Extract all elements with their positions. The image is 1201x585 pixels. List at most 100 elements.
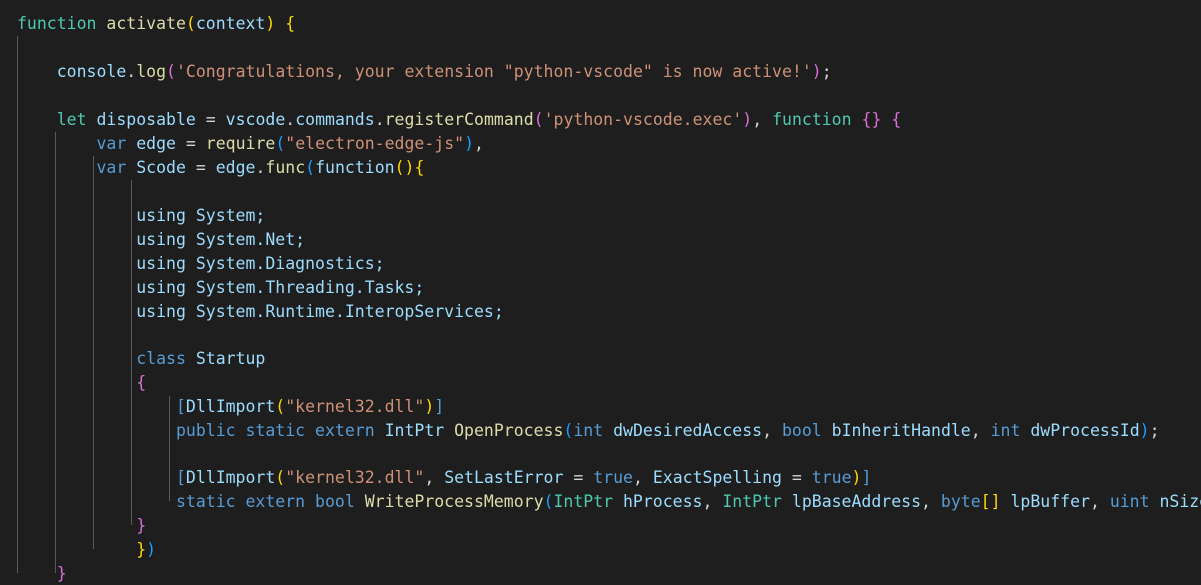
code-line[interactable]: using System.Threading.Tasks; — [0, 276, 424, 300]
code-token: ) — [265, 14, 276, 33]
code-token: ( — [275, 397, 286, 416]
code-token: ( — [185, 14, 196, 33]
code-token: ( — [166, 62, 176, 81]
code-token: "kernel32.dll" — [285, 468, 425, 487]
code-line[interactable]: [DllImport("kernel32.dll")] — [0, 395, 444, 419]
code-token: , — [762, 421, 782, 440]
code-token: context — [195, 14, 266, 33]
code-token: } — [871, 110, 882, 129]
code-token: 'Congratulations, your extension "python… — [175, 62, 812, 81]
code-line[interactable] — [0, 36, 17, 60]
code-token: function — [17, 14, 107, 33]
code-token: public static extern — [175, 421, 385, 440]
code-token: function — [315, 158, 395, 177]
code-token: func — [265, 158, 306, 177]
code-line[interactable] — [0, 84, 17, 108]
code-line[interactable]: using System; — [0, 204, 265, 228]
code-token: int — [990, 421, 1021, 440]
code-token: var — [96, 134, 137, 153]
code-token: . — [255, 158, 266, 177]
code-token: { — [891, 110, 902, 129]
code-line[interactable]: var Scode = edge.func(function(){ — [0, 156, 424, 180]
code-line[interactable]: using System.Net; — [0, 228, 305, 252]
code-token: ( — [275, 468, 286, 487]
code-token: ( — [563, 421, 574, 440]
code-token: ) — [811, 62, 822, 81]
code-token: ( — [305, 158, 316, 177]
code-token: ExactSpelling — [652, 468, 782, 487]
code-token: , — [752, 110, 773, 129]
code-token: DllImport — [185, 397, 276, 416]
code-token: ( — [394, 158, 405, 177]
code-token: using System.Runtime.InteropServices; — [136, 302, 504, 321]
code-token: SetLastError — [444, 468, 564, 487]
code-line[interactable]: console.log('Congratulations, your exten… — [0, 60, 832, 84]
code-token: "electron-edge-js" — [285, 134, 465, 153]
code-token: ) — [424, 397, 435, 416]
code-token: ) — [742, 110, 753, 129]
code-line[interactable]: let disposable = vscode.commands.registe… — [0, 108, 902, 132]
code-token: dwProcessId — [1020, 421, 1140, 440]
code-token: , — [921, 492, 941, 511]
code-token: var — [96, 158, 137, 177]
code-token: ) — [146, 540, 157, 559]
code-token: { — [285, 14, 296, 33]
code-token: Startup — [195, 349, 266, 368]
code-token: . — [126, 62, 137, 81]
code-token: = — [185, 158, 216, 177]
code-token: using System.Diagnostics; — [136, 254, 385, 273]
code-token: class — [136, 349, 196, 368]
code-token: ) — [404, 158, 415, 177]
code-line[interactable] — [0, 324, 17, 348]
code-token: commands — [295, 110, 375, 129]
code-token: ( — [543, 492, 554, 511]
code-line[interactable]: { — [0, 371, 146, 395]
code-token: "kernel32.dll" — [285, 397, 425, 416]
code-token: function — [772, 110, 852, 129]
code-line[interactable]: class Startup — [0, 347, 265, 371]
code-line[interactable]: var edge = require("electron-edge-js"), — [0, 132, 483, 156]
code-line[interactable]: static extern bool WriteProcessMemory(In… — [0, 490, 1201, 514]
code-token: dwDesiredAccess — [603, 421, 763, 440]
code-token: . — [374, 110, 385, 129]
code-token: using System.Threading.Tasks; — [136, 278, 425, 297]
code-token: , — [702, 492, 723, 511]
code-line[interactable]: }) — [0, 538, 156, 562]
code-token: [ — [175, 397, 186, 416]
code-line[interactable]: using System.Diagnostics; — [0, 252, 385, 276]
code-token: lpBaseAddress — [781, 492, 922, 511]
code-line[interactable] — [0, 180, 17, 204]
code-token: { — [414, 158, 425, 177]
code-token: = — [175, 134, 206, 153]
code-lines[interactable]: function activate(context) { console.log… — [0, 0, 1201, 585]
code-line[interactable]: function activate(context) { — [0, 12, 295, 36]
code-token: ] — [861, 468, 872, 487]
code-token: ; — [1149, 421, 1160, 440]
code-line[interactable]: public static extern IntPtr OpenProcess(… — [0, 419, 1160, 443]
code-token: true — [593, 468, 633, 487]
code-line[interactable]: [DllImport("kernel32.dll", SetLastError … — [0, 466, 871, 490]
code-token: ) — [1139, 421, 1150, 440]
code-line[interactable]: using System.Runtime.InteropServices; — [0, 300, 504, 324]
code-line[interactable]: } — [0, 514, 146, 538]
code-editor[interactable]: function activate(context) { console.log… — [0, 0, 1201, 585]
code-token: ] — [434, 397, 445, 416]
code-token: lpBuffer — [1000, 492, 1090, 511]
code-token: . — [285, 110, 296, 129]
code-token: { — [861, 110, 872, 129]
code-token: = — [781, 468, 812, 487]
code-line[interactable]: } — [0, 562, 67, 585]
code-token: OpenProcess — [454, 421, 564, 440]
code-token: ( — [275, 134, 286, 153]
code-token: require — [205, 134, 276, 153]
code-token: [ — [175, 468, 186, 487]
code-line[interactable] — [0, 443, 17, 467]
